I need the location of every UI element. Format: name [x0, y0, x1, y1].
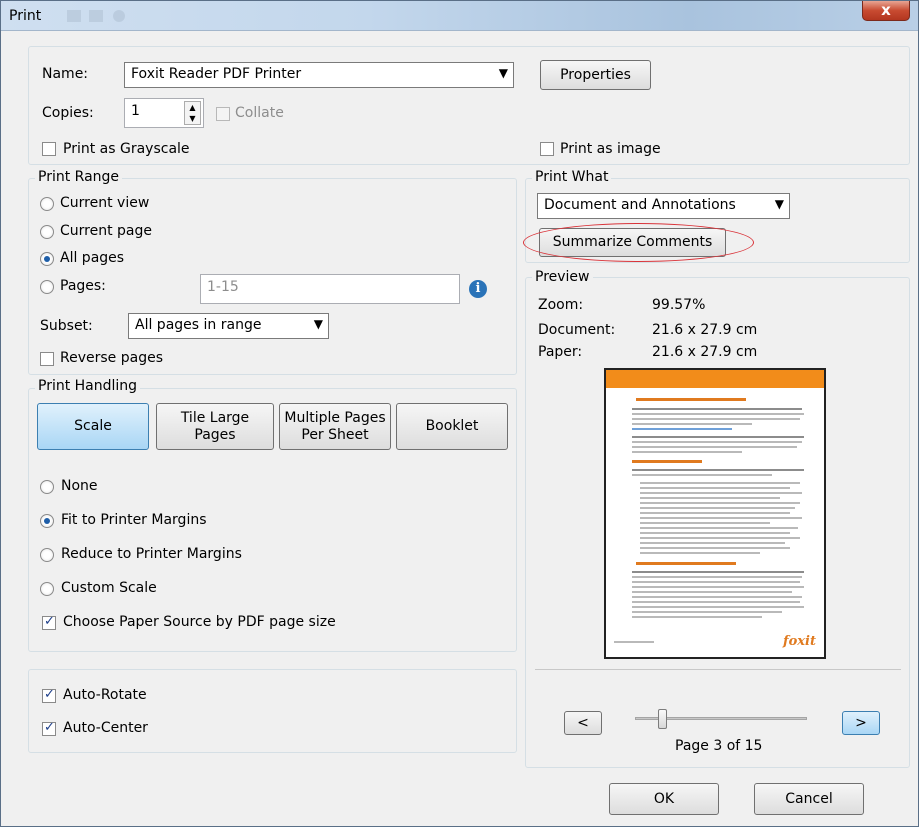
printer-name-value: Foxit Reader PDF Printer [131, 66, 302, 82]
dropdown-arrow-icon: ▼ [313, 317, 323, 331]
radio-fit-to-printer-margins[interactable] [40, 514, 54, 528]
auto-rotate-label: Auto-Rotate [63, 687, 147, 703]
print-handling-title: Print Handling [35, 378, 141, 394]
tab-tile-large-pages[interactable]: Tile Large Pages [156, 403, 274, 450]
option-reduce-to-printer-margins: Reduce to Printer Margins [61, 546, 242, 562]
title-bar[interactable]: Print x [1, 1, 918, 31]
print-range-title: Print Range [35, 169, 123, 185]
copies-field[interactable]: 1 ▲ ▼ [124, 98, 204, 128]
print-dialog: Print x Name: Foxit Reader PDF Printer ▼… [0, 0, 919, 827]
dropdown-arrow-icon: ▼ [498, 66, 508, 80]
preview-divider [535, 669, 901, 670]
subset-label: Subset: [40, 318, 93, 334]
print-what-title: Print What [532, 169, 612, 185]
radio-reduce-to-printer-margins[interactable] [40, 548, 54, 562]
radio-custom-scale[interactable] [40, 582, 54, 596]
paper-label: Paper: [538, 344, 583, 360]
option-all-pages: All pages [60, 250, 125, 266]
print-what-select[interactable]: Document and Annotations ▼ [537, 193, 790, 219]
document-value: 21.6 x 27.9 cm [652, 322, 758, 338]
grayscale-checkbox[interactable] [42, 142, 56, 156]
option-pages: Pages: [60, 278, 106, 294]
zoom-value: 99.57% [652, 297, 706, 313]
ok-button[interactable]: OK [609, 783, 719, 815]
radio-scale-none[interactable] [40, 480, 54, 494]
stepper-up-icon[interactable]: ▲ [185, 102, 200, 113]
orientation-panel [28, 669, 517, 753]
paper-source-checkbox[interactable] [42, 614, 56, 630]
print-as-image-checkbox[interactable] [540, 142, 554, 156]
preview-title: Preview [532, 269, 593, 285]
name-label: Name: [42, 66, 89, 82]
page-slider-thumb[interactable] [657, 709, 667, 729]
reverse-pages-label: Reverse pages [60, 350, 163, 366]
option-current-view: Current view [60, 195, 150, 211]
grayscale-label: Print as Grayscale [63, 141, 190, 157]
auto-center-checkbox[interactable] [42, 720, 56, 736]
copies-value: 1 [131, 103, 140, 119]
auto-center-label: Auto-Center [63, 720, 148, 736]
tab-scale[interactable]: Scale [37, 403, 149, 450]
page-preview-thumbnail: foxit [604, 368, 826, 659]
close-button[interactable]: x [862, 1, 910, 21]
info-icon[interactable]: i [469, 280, 487, 298]
tab-multiple-pages-per-sheet[interactable]: Multiple Pages Per Sheet [279, 403, 391, 450]
copies-stepper[interactable]: ▲ ▼ [184, 101, 201, 125]
stepper-down-icon[interactable]: ▼ [185, 113, 200, 124]
dropdown-arrow-icon: ▼ [774, 197, 784, 211]
option-fit-to-printer-margins: Fit to Printer Margins [61, 512, 207, 528]
foxit-logo: foxit [783, 634, 816, 649]
radio-all-pages[interactable] [40, 252, 54, 266]
paper-value: 21.6 x 27.9 cm [652, 344, 758, 360]
page-indicator: Page 3 of 15 [675, 738, 763, 754]
subset-value: All pages in range [135, 317, 262, 333]
radio-current-page[interactable] [40, 225, 54, 239]
copies-label: Copies: [42, 105, 94, 121]
radio-pages[interactable] [40, 280, 54, 294]
window-title: Print [9, 8, 42, 24]
auto-rotate-checkbox[interactable] [42, 687, 56, 703]
document-label: Document: [538, 322, 616, 338]
zoom-label: Zoom: [538, 297, 584, 313]
collate-checkbox[interactable] [216, 107, 230, 121]
option-custom-scale: Custom Scale [61, 580, 157, 596]
printer-name-select[interactable]: Foxit Reader PDF Printer ▼ [124, 62, 514, 88]
option-none: None [61, 478, 98, 494]
collate-label: Collate [235, 105, 284, 121]
print-as-image-label: Print as image [560, 141, 661, 157]
pages-value: 1-15 [207, 279, 239, 295]
cancel-button[interactable]: Cancel [754, 783, 864, 815]
tab-booklet[interactable]: Booklet [396, 403, 508, 450]
print-what-value: Document and Annotations [544, 197, 736, 213]
paper-source-label: Choose Paper Source by PDF page size [63, 614, 336, 630]
thumbnail-header-bar [606, 370, 824, 388]
subset-select[interactable]: All pages in range ▼ [128, 313, 329, 339]
reverse-pages-checkbox[interactable] [40, 352, 54, 366]
pages-input[interactable]: 1-15 [200, 274, 460, 304]
highlight-oval [523, 223, 754, 262]
next-page-button[interactable]: > [842, 711, 880, 735]
option-current-page: Current page [60, 223, 152, 239]
previous-page-button[interactable]: < [564, 711, 602, 735]
title-bar-toolbar-shadow [61, 7, 201, 25]
radio-current-view[interactable] [40, 197, 54, 211]
properties-button[interactable]: Properties [540, 60, 651, 90]
